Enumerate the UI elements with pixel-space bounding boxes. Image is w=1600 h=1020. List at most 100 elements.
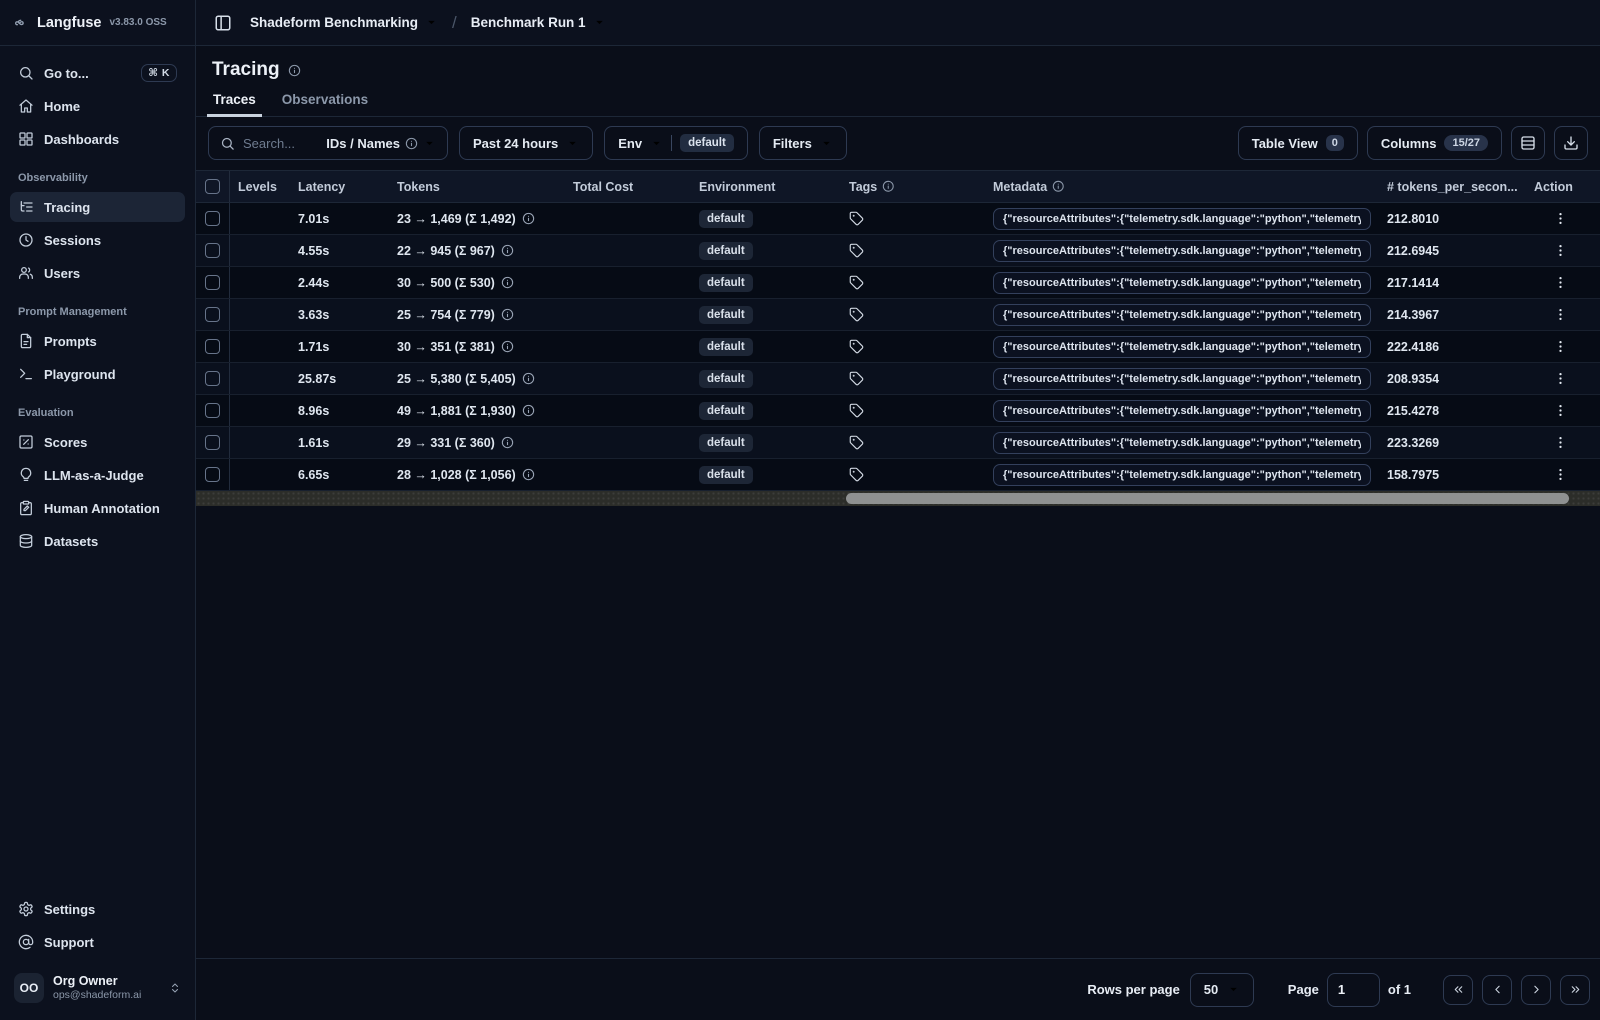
column-header-tokens-per-second[interactable]: # tokens_per_secon...	[1381, 171, 1526, 202]
table-row[interactable]: 6.65s 28 → 1,028 (Σ 1,056) default {"res…	[196, 459, 1600, 491]
info-icon[interactable]	[501, 276, 514, 289]
tag-icon[interactable]	[849, 435, 864, 450]
metadata-pill[interactable]: {"resourceAttributes":{"telemetry.sdk.la…	[993, 271, 1371, 294]
last-page-button[interactable]	[1560, 974, 1590, 1005]
horizontal-scrollbar[interactable]	[196, 491, 1600, 506]
rows-per-page-select[interactable]: 50	[1189, 972, 1254, 1007]
row-actions-button[interactable]	[1547, 398, 1573, 424]
next-page-button[interactable]	[1521, 974, 1551, 1005]
search-mode-selector[interactable]: IDs / Names	[326, 136, 436, 151]
sidebar-item-settings[interactable]: Settings	[10, 894, 185, 924]
row-checkbox[interactable]	[205, 211, 220, 226]
row-checkbox[interactable]	[205, 371, 220, 386]
sidebar-item-playground[interactable]: Playground	[10, 359, 185, 389]
table-view-button[interactable]: Table View 0	[1237, 126, 1358, 160]
row-actions-button[interactable]	[1547, 270, 1573, 296]
columns-button[interactable]: Columns 15/27	[1366, 126, 1502, 160]
select-all-checkbox[interactable]	[205, 179, 220, 194]
env-filter-button[interactable]: Env default	[604, 126, 748, 160]
page-number-input[interactable]	[1326, 972, 1380, 1007]
row-actions-button[interactable]	[1547, 302, 1573, 328]
column-header-levels[interactable]: Levels	[230, 171, 291, 202]
sidebar-item-goto[interactable]: Go to... ⌘ K	[10, 58, 185, 88]
info-icon[interactable]	[501, 244, 514, 257]
info-icon[interactable]	[522, 212, 535, 225]
metadata-pill[interactable]: {"resourceAttributes":{"telemetry.sdk.la…	[993, 399, 1371, 422]
column-header-tokens[interactable]: Tokens	[391, 171, 561, 202]
row-checkbox[interactable]	[205, 307, 220, 322]
table-row[interactable]: 1.61s 29 → 331 (Σ 360) default {"resourc…	[196, 427, 1600, 459]
table-row[interactable]: 7.01s 23 → 1,469 (Σ 1,492) default {"res…	[196, 203, 1600, 235]
prev-page-button[interactable]	[1482, 974, 1512, 1005]
row-checkbox[interactable]	[205, 467, 220, 482]
table-row[interactable]: 2.44s 30 → 500 (Σ 530) default {"resourc…	[196, 267, 1600, 299]
tag-icon[interactable]	[849, 243, 864, 258]
time-range-button[interactable]: Past 24 hours	[459, 126, 594, 160]
sidebar-item-scores[interactable]: Scores	[10, 427, 185, 457]
row-actions-button[interactable]	[1547, 462, 1573, 488]
tag-icon[interactable]	[849, 403, 864, 418]
scrollbar-thumb[interactable]	[846, 493, 1570, 504]
row-checkbox[interactable]	[205, 339, 220, 354]
table-row[interactable]: 25.87s 25 → 5,380 (Σ 5,405) default {"re…	[196, 363, 1600, 395]
metadata-pill[interactable]: {"resourceAttributes":{"telemetry.sdk.la…	[993, 335, 1371, 358]
tag-icon[interactable]	[849, 467, 864, 482]
column-header-total-cost[interactable]: Total Cost	[561, 171, 686, 202]
sidebar-item-tracing[interactable]: Tracing	[10, 192, 185, 222]
tab-observations[interactable]: Observations	[281, 92, 369, 116]
row-checkbox[interactable]	[205, 243, 220, 258]
row-actions-button[interactable]	[1547, 206, 1573, 232]
column-header-latency[interactable]: Latency	[291, 171, 391, 202]
column-header-metadata[interactable]: Metadata	[986, 171, 1381, 202]
tag-icon[interactable]	[849, 371, 864, 386]
metadata-pill[interactable]: {"resourceAttributes":{"telemetry.sdk.la…	[993, 431, 1371, 454]
table-row[interactable]: 1.71s 30 → 351 (Σ 381) default {"resourc…	[196, 331, 1600, 363]
project-selector[interactable]: Benchmark Run 1	[463, 10, 614, 35]
column-header-environment[interactable]: Environment	[686, 171, 841, 202]
sidebar-item-prompts[interactable]: Prompts	[10, 326, 185, 356]
sidebar-item-human-annotation[interactable]: Human Annotation	[10, 493, 185, 523]
tag-icon[interactable]	[849, 275, 864, 290]
sidebar-item-support[interactable]: Support	[10, 927, 185, 957]
info-icon[interactable]	[522, 404, 535, 417]
column-header-tags[interactable]: Tags	[841, 171, 986, 202]
tag-icon[interactable]	[849, 339, 864, 354]
user-menu[interactable]: OO Org Owner ops@shadeform.ai	[10, 968, 185, 1008]
search-input[interactable]	[243, 135, 309, 151]
filters-button[interactable]: Filters	[758, 126, 847, 160]
row-checkbox[interactable]	[205, 435, 220, 450]
sidebar-item-sessions[interactable]: Sessions	[10, 225, 185, 255]
row-checkbox[interactable]	[205, 403, 220, 418]
row-actions-button[interactable]	[1547, 334, 1573, 360]
sidebar-item-llm-as-a-judge[interactable]: LLM-as-a-Judge	[10, 460, 185, 490]
metadata-pill[interactable]: {"resourceAttributes":{"telemetry.sdk.la…	[993, 303, 1371, 326]
metadata-pill[interactable]: {"resourceAttributes":{"telemetry.sdk.la…	[993, 207, 1371, 230]
sidebar-item-datasets[interactable]: Datasets	[10, 526, 185, 556]
sidebar-toggle-button[interactable]	[208, 8, 238, 38]
info-icon[interactable]	[522, 372, 535, 385]
table-row[interactable]: 4.55s 22 → 945 (Σ 967) default {"resourc…	[196, 235, 1600, 267]
sidebar-item-users[interactable]: Users	[10, 258, 185, 288]
first-page-button[interactable]	[1443, 974, 1473, 1005]
metadata-pill[interactable]: {"resourceAttributes":{"telemetry.sdk.la…	[993, 239, 1371, 262]
metadata-pill[interactable]: {"resourceAttributes":{"telemetry.sdk.la…	[993, 463, 1371, 486]
metadata-pill[interactable]: {"resourceAttributes":{"telemetry.sdk.la…	[993, 367, 1371, 390]
org-selector[interactable]: Shadeform Benchmarking	[242, 10, 446, 35]
row-actions-button[interactable]	[1547, 430, 1573, 456]
row-actions-button[interactable]	[1547, 238, 1573, 264]
export-button[interactable]	[1554, 126, 1588, 160]
tag-icon[interactable]	[849, 307, 864, 322]
row-height-button[interactable]	[1511, 126, 1545, 160]
info-icon[interactable]	[501, 308, 514, 321]
info-icon[interactable]	[501, 436, 514, 449]
info-icon[interactable]	[501, 340, 514, 353]
tag-icon[interactable]	[849, 211, 864, 226]
sidebar-item-home[interactable]: Home	[10, 91, 185, 121]
info-icon[interactable]	[522, 468, 535, 481]
row-checkbox[interactable]	[205, 275, 220, 290]
table-row[interactable]: 8.96s 49 → 1,881 (Σ 1,930) default {"res…	[196, 395, 1600, 427]
row-actions-button[interactable]	[1547, 366, 1573, 392]
table-row[interactable]: 3.63s 25 → 754 (Σ 779) default {"resourc…	[196, 299, 1600, 331]
sidebar-item-dashboards[interactable]: Dashboards	[10, 124, 185, 154]
info-icon[interactable]	[288, 64, 301, 77]
